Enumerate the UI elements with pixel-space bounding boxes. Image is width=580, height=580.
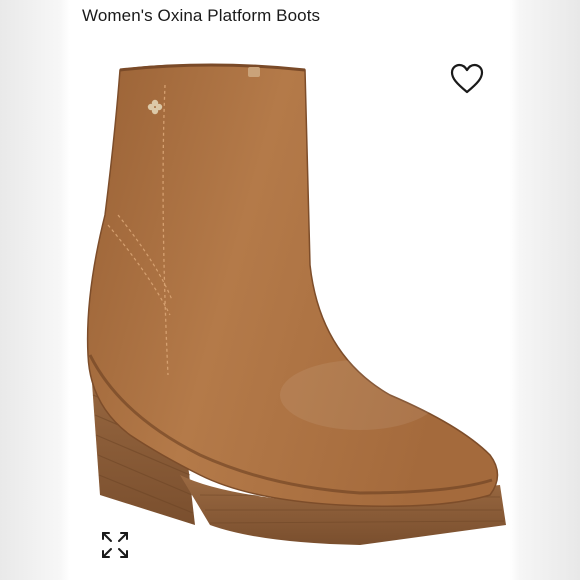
- product-image-viewer: Women's Oxina Platform Boots: [0, 0, 580, 580]
- expand-icon[interactable]: [100, 530, 130, 560]
- product-image: [86, 63, 506, 545]
- product-title: Women's Oxina Platform Boots: [82, 6, 321, 25]
